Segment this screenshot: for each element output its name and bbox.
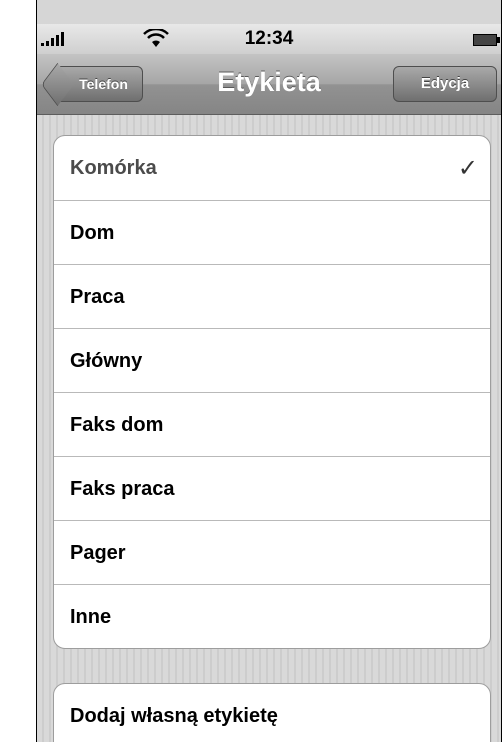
battery-icon (473, 34, 500, 46)
label-option-inne[interactable]: Inne (54, 584, 490, 648)
label-option-faks-dom[interactable]: Faks dom (54, 392, 490, 456)
label-option-glowny[interactable]: Główny (54, 328, 490, 392)
label-option-text: Główny (70, 350, 143, 372)
add-custom-label-text: Dodaj własną etykietę (70, 705, 278, 727)
status-bar: 12:34 (37, 24, 501, 54)
label-option-praca[interactable]: Praca (54, 264, 490, 328)
label-option-text: Komórka (70, 157, 157, 179)
label-option-dom[interactable]: Dom (54, 200, 490, 264)
label-option-komorka[interactable]: Komórka ✓ (54, 136, 490, 200)
phone-screen: 12:34 Telefon Etykieta Edycja Komórka ✓ … (36, 0, 502, 742)
label-option-text: Pager (70, 542, 126, 564)
label-option-pager[interactable]: Pager (54, 520, 490, 584)
checkmark-icon: ✓ (457, 154, 478, 182)
custom-label-group: Dodaj własną etykietę (53, 683, 491, 742)
label-option-text: Dom (70, 222, 115, 244)
label-option-faks-praca[interactable]: Faks praca (54, 456, 490, 520)
status-time: 12:34 (244, 28, 294, 49)
label-list-area: Komórka ✓ Dom Praca Główny Faks dom Faks… (37, 115, 501, 742)
edit-button[interactable]: Edycja (393, 66, 497, 102)
navigation-bar: Telefon Etykieta Edycja (37, 54, 501, 115)
add-custom-label-button[interactable]: Dodaj własną etykietę (54, 684, 490, 742)
label-option-text: Faks dom (70, 414, 164, 436)
label-option-text: Inne (70, 606, 112, 628)
label-option-text: Praca (70, 286, 125, 308)
label-option-text: Faks praca (70, 478, 175, 500)
label-options-group: Komórka ✓ Dom Praca Główny Faks dom Faks… (53, 135, 491, 649)
